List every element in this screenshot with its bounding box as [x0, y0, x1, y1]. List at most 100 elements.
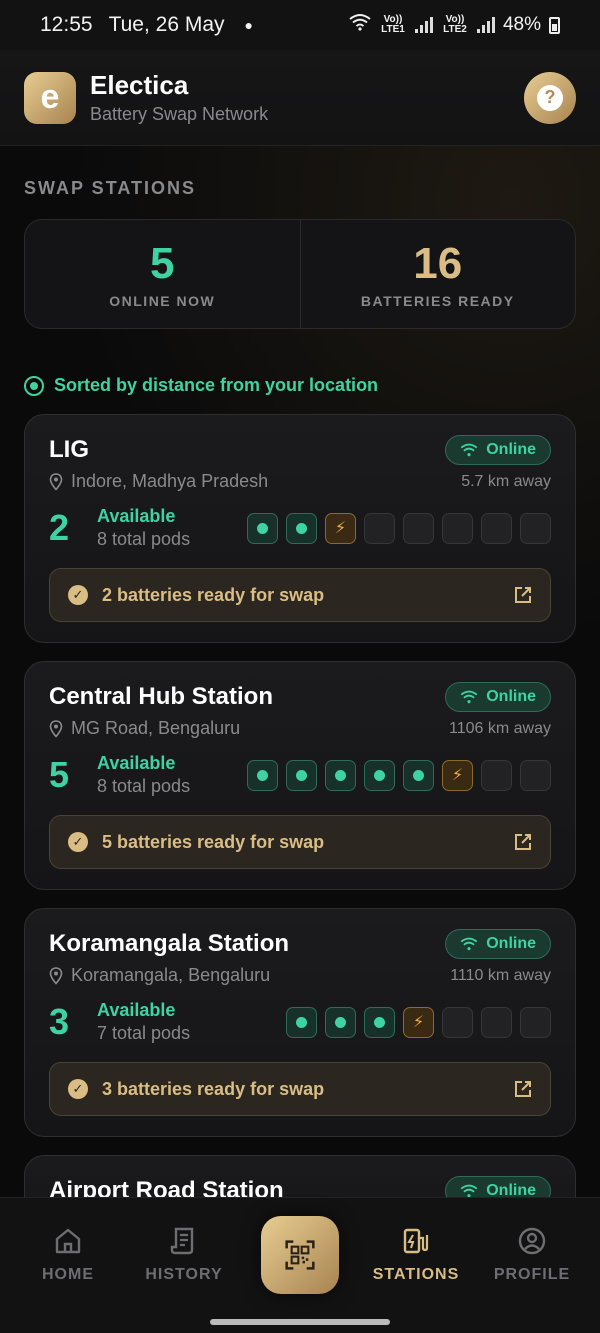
pod-charging: ⚡ — [442, 759, 473, 791]
status-badge: Online — [445, 929, 551, 959]
nav-home[interactable]: HOME — [10, 1226, 126, 1284]
swap-ready-text: 5 batteries ready for swap — [102, 831, 325, 852]
external-link-icon[interactable] — [514, 1080, 532, 1098]
status-text: Online — [486, 688, 536, 705]
app-subtitle: Battery Swap Network — [90, 104, 269, 124]
wifi-icon — [460, 1184, 478, 1197]
station-name: Airport Road Station — [49, 1177, 284, 1197]
station-distance: 1106 km away — [449, 719, 551, 737]
pod-empty — [442, 1006, 473, 1038]
status-badge: Online — [445, 682, 551, 712]
qr-code-icon — [285, 1240, 315, 1270]
nav-history[interactable]: HISTORY — [126, 1226, 242, 1284]
pod-empty — [403, 512, 434, 544]
swap-ready-bar[interactable]: ✓ 2 batteries ready for swap — [49, 568, 551, 622]
sim2-label: Vo)) LTE2 — [443, 14, 467, 35]
sort-note-text: Sorted by distance from your location — [54, 375, 379, 395]
app-name: Electica — [90, 70, 189, 100]
check-icon: ✓ — [68, 832, 88, 852]
total-pods: 7 total pods — [97, 1023, 191, 1043]
swap-ready-bar[interactable]: ✓ 5 batteries ready for swap — [49, 815, 551, 869]
pod-empty — [481, 759, 512, 791]
wifi-icon — [460, 937, 478, 951]
available-count: 2 — [49, 507, 70, 548]
wifi-icon — [349, 13, 371, 37]
total-pods: 8 total pods — [97, 776, 191, 796]
available-label: Available — [97, 1000, 176, 1020]
nav-stations[interactable]: STATIONS — [358, 1226, 474, 1284]
pod-ready — [403, 759, 434, 791]
station-card[interactable]: LIG Online Indore, Madhya Pradesh 5.7 km… — [24, 414, 576, 643]
pod-empty — [364, 512, 395, 544]
qr-scan-button[interactable] — [261, 1216, 339, 1294]
online-count: 5 — [150, 239, 175, 288]
status-time: 12:55 — [40, 13, 93, 36]
charging-station-icon — [403, 1228, 429, 1254]
bottom-nav: HOME HISTORY STATIONS PROFILE — [0, 1197, 600, 1333]
sort-note: Sorted by distance from your location — [24, 375, 576, 396]
station-card[interactable]: Koramangala Station Online Koramangala, … — [24, 908, 576, 1137]
external-link-icon[interactable] — [514, 586, 532, 604]
pod-grid: ⚡ — [247, 512, 551, 544]
available-label: Available — [97, 506, 176, 526]
status-text: Online — [486, 935, 536, 952]
swap-ready-text: 2 batteries ready for swap — [102, 584, 325, 605]
station-location: Koramangala, Bengaluru — [71, 965, 271, 985]
nav-profile[interactable]: PROFILE — [474, 1226, 590, 1284]
station-location: Indore, Madhya Pradesh — [71, 471, 269, 491]
pod-charging: ⚡ — [325, 512, 356, 544]
check-icon: ✓ — [68, 1079, 88, 1099]
station-card[interactable]: Airport Road Station Online — [24, 1155, 576, 1197]
swap-ready-text: 3 batteries ready for swap — [102, 1078, 325, 1099]
pod-ready — [364, 1006, 395, 1038]
receipt-icon — [170, 1227, 194, 1255]
app-logo: e — [24, 71, 76, 124]
section-title: SWAP STATIONS — [24, 178, 197, 198]
station-name: Koramangala Station — [49, 930, 290, 957]
batteries-label: BATTERIES READY — [360, 293, 515, 309]
available-label: Available — [97, 753, 176, 773]
stat-batteries: 16 BATTERIES READY — [299, 220, 576, 328]
wifi-icon — [460, 443, 478, 457]
pod-empty — [520, 759, 551, 791]
available-count: 3 — [49, 1001, 70, 1042]
nav-profile-label: PROFILE — [493, 1266, 571, 1283]
app-header: e Electica Battery Swap Network ? — [0, 50, 600, 146]
station-card[interactable]: Central Hub Station Online MG Road, Beng… — [24, 661, 576, 890]
signal-2-icon — [476, 17, 495, 33]
swap-ready-bar[interactable]: ✓ 3 batteries ready for swap — [49, 1062, 551, 1116]
pod-empty — [520, 512, 551, 544]
station-name: LIG — [49, 436, 89, 463]
status-icons: Vo)) LTE1 Vo)) LTE2 48% — [349, 13, 560, 37]
status-badge: Online — [445, 1176, 551, 1197]
location-pin-icon — [49, 719, 63, 738]
nav-home-label: HOME — [42, 1266, 94, 1283]
status-text: Online — [486, 1182, 536, 1197]
main-content[interactable]: SWAP STATIONS 5 ONLINE NOW 16 BATTERIES … — [0, 146, 600, 1197]
sim1-label: Vo)) LTE1 — [381, 14, 405, 35]
external-link-icon[interactable] — [514, 833, 532, 851]
total-pods: 8 total pods — [97, 529, 191, 549]
available-count: 5 — [49, 754, 70, 795]
pod-ready — [286, 1006, 317, 1038]
wifi-icon — [460, 690, 478, 704]
notification-dot-icon: ● — [244, 17, 253, 33]
pod-empty — [520, 1006, 551, 1038]
brand: Electica Battery Swap Network — [90, 70, 268, 125]
status-bar: 12:55 Tue, 26 May ● Vo)) LTE1 Vo)) LTE2 … — [0, 0, 600, 50]
check-icon: ✓ — [68, 585, 88, 605]
help-icon: ? — [537, 84, 563, 111]
status-text: Online — [486, 441, 536, 458]
stat-online: 5 ONLINE NOW — [25, 220, 300, 328]
pod-ready — [325, 1006, 356, 1038]
help-button[interactable]: ? — [524, 71, 576, 124]
battery-icon — [549, 16, 560, 34]
pod-grid: ⚡ — [247, 759, 551, 791]
pod-ready — [325, 759, 356, 791]
pod-ready — [286, 512, 317, 544]
station-location: MG Road, Bengaluru — [71, 718, 241, 738]
nav-scan[interactable] — [242, 1216, 358, 1294]
stats-panel: 5 ONLINE NOW 16 BATTERIES READY — [24, 219, 576, 329]
status-date: Tue, 26 May — [108, 13, 225, 36]
gesture-handle[interactable] — [210, 1319, 390, 1325]
